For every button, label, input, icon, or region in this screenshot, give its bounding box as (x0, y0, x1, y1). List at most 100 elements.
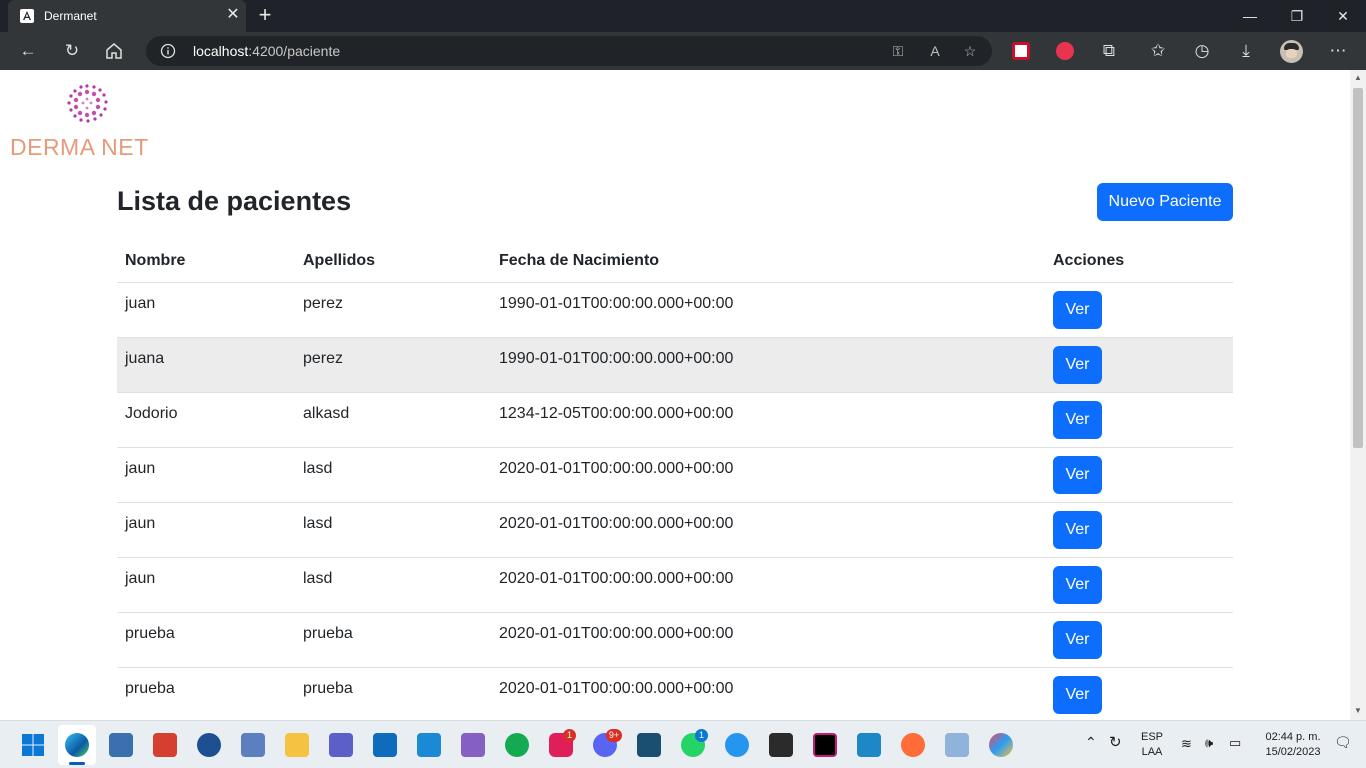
visual-studio-icon[interactable] (461, 733, 485, 757)
sync-icon[interactable]: ↻ (1109, 735, 1122, 750)
terminal-icon[interactable] (769, 733, 793, 757)
header-acciones: Acciones (1045, 241, 1233, 283)
restore-icon[interactable]: ❐ (1285, 4, 1309, 28)
ver-button[interactable]: Ver (1053, 400, 1102, 439)
remote-desktop-icon[interactable] (109, 733, 133, 757)
network-icon[interactable] (241, 733, 265, 757)
ver-button[interactable]: Ver (1053, 510, 1102, 549)
docker-icon[interactable] (725, 733, 749, 757)
refresh-icon[interactable]: ↻ (60, 39, 84, 63)
info-icon[interactable] (160, 43, 176, 59)
chevron-up-icon[interactable]: ⌃ (1085, 735, 1097, 750)
page-scrollbar[interactable]: ▲ ▼ (1350, 70, 1366, 720)
notepad-icon[interactable] (857, 733, 881, 757)
battery-icon[interactable]: ▭ (1229, 735, 1241, 750)
extensions-icon[interactable]: ⧉ (1097, 39, 1121, 63)
table-row: jaun lasd 2020-01-01T00:00:00.000+00:00 … (117, 557, 1233, 613)
key-icon[interactable]: ⚿ (886, 39, 910, 63)
scroll-up-icon[interactable]: ▲ (1353, 73, 1363, 83)
file-explorer-icon[interactable] (285, 733, 309, 757)
cell-fecha: 2020-01-01T00:00:00.000+00:00 (491, 667, 1045, 720)
header-nombre: Nombre (117, 241, 295, 283)
logo-text: DERMA NET (10, 134, 149, 160)
table-row: jaun lasd 2020-01-01T00:00:00.000+00:00 … (117, 502, 1233, 558)
ver-button[interactable]: Ver (1053, 290, 1102, 329)
volume-icon[interactable]: 🕪 (1205, 735, 1213, 750)
minimize-icon[interactable]: — (1238, 4, 1262, 28)
dermanet-logo: DERMA NET (10, 82, 164, 160)
cell-apellidos: lasd (295, 557, 491, 613)
patients-table: Nombre Apellidos Fecha de Nacimiento Acc… (117, 241, 1233, 720)
filezilla-icon[interactable] (153, 733, 177, 757)
new-patient-button[interactable]: Nuevo Paciente (1097, 183, 1233, 221)
postman-icon[interactable] (901, 733, 925, 757)
outlook-icon[interactable] (373, 733, 397, 757)
cell-nombre: juana (117, 337, 295, 393)
add-favorite-icon[interactable]: ☆ (958, 39, 982, 63)
scroll-down-icon[interactable]: ▼ (1353, 706, 1363, 716)
table-row: prueba prueba 2020-01-01T00:00:00.000+00… (117, 612, 1233, 668)
app-icon[interactable] (989, 733, 1013, 757)
windows-start-icon[interactable] (21, 733, 45, 757)
browser-tab[interactable]: Dermanet ✕ (8, 0, 246, 32)
cell-acciones: Ver (1045, 502, 1233, 558)
extension-icon[interactable] (1012, 42, 1030, 60)
ver-button[interactable]: Ver (1053, 675, 1102, 714)
table-row: Jodorio alkasd 1234-12-05T00:00:00.000+0… (117, 392, 1233, 448)
cell-apellidos: lasd (295, 447, 491, 503)
table-row: jaun lasd 2020-01-01T00:00:00.000+00:00 … (117, 447, 1233, 503)
app-icon[interactable] (197, 733, 221, 757)
monitor-icon[interactable] (945, 733, 969, 757)
language-indicator[interactable]: ESP LAA (1138, 730, 1166, 760)
new-tab-icon[interactable]: + (254, 4, 276, 26)
cell-apellidos: prueba (295, 667, 491, 720)
notification-badge: 1 (563, 729, 576, 742)
clock[interactable]: 02:44 p. m. 15/02/2023 (1256, 730, 1330, 760)
teams-icon[interactable] (329, 733, 353, 757)
download-icon[interactable]: ⤓ (1234, 39, 1258, 63)
read-aloud-icon[interactable]: A (923, 39, 947, 63)
cell-apellidos: prueba (295, 612, 491, 668)
tab-close-icon[interactable]: ✕ (224, 6, 242, 24)
logo-mark-icon (67, 84, 108, 123)
language-code: ESP (1140, 731, 1163, 743)
address-bar[interactable]: localhost:4200/paciente ⚿ A ☆ (146, 36, 992, 66)
ver-button[interactable]: Ver (1053, 620, 1102, 659)
back-icon[interactable]: ← (16, 39, 40, 63)
close-window-icon[interactable]: ✕ (1331, 4, 1355, 28)
page-viewport: DERMA NET Lista de pacientes Nuevo Pacie… (0, 70, 1350, 720)
history-icon[interactable]: ◷ (1190, 39, 1214, 63)
windows-taskbar: 1 9+ 1 ⌃ ↻ ESP LAA ≋ 🕪 ▭ 02:44 p. m. 15/… (0, 720, 1366, 768)
header-fecha-nacimiento: Fecha de Nacimiento (491, 241, 1045, 283)
edge-icon[interactable] (65, 733, 89, 757)
angular-icon (20, 9, 34, 23)
clock-time: 02:44 p. m. (1265, 731, 1321, 743)
cell-acciones: Ver (1045, 557, 1233, 613)
ver-button[interactable]: Ver (1053, 565, 1102, 604)
cell-nombre: jaun (117, 502, 295, 558)
intellij-icon[interactable] (813, 733, 837, 757)
cell-apellidos: perez (295, 337, 491, 393)
profile-avatar[interactable] (1280, 40, 1303, 63)
extension-icon[interactable] (1056, 42, 1074, 60)
favorites-icon[interactable]: ✩ (1146, 39, 1170, 63)
more-menu-icon[interactable]: ⋯ (1326, 39, 1350, 63)
home-icon[interactable] (104, 41, 124, 61)
cell-apellidos: perez (295, 282, 491, 338)
browser-toolbar: ← ↻ localhost:4200/paciente ⚿ A ☆ ⧉ ✩ ◷ … (0, 32, 1366, 70)
cell-acciones: Ver (1045, 612, 1233, 668)
wifi-icon[interactable]: ≋ (1181, 736, 1192, 751)
mongodb-icon[interactable] (505, 733, 529, 757)
notifications-icon[interactable]: 🗨 (1334, 735, 1352, 750)
scroll-thumb[interactable] (1353, 88, 1363, 448)
mysql-icon[interactable] (637, 733, 661, 757)
cell-fecha: 1990-01-01T00:00:00.000+00:00 (491, 337, 1045, 393)
vscode-icon[interactable] (417, 733, 441, 757)
cell-apellidos: alkasd (295, 392, 491, 448)
cell-fecha: 2020-01-01T00:00:00.000+00:00 (491, 612, 1045, 668)
table-row: juan perez 1990-01-01T00:00:00.000+00:00… (117, 282, 1233, 338)
ver-button[interactable]: Ver (1053, 345, 1102, 384)
cell-apellidos: lasd (295, 502, 491, 558)
ver-button[interactable]: Ver (1053, 455, 1102, 494)
browser-tab-strip: Dermanet ✕ + — ❐ ✕ (0, 0, 1366, 32)
